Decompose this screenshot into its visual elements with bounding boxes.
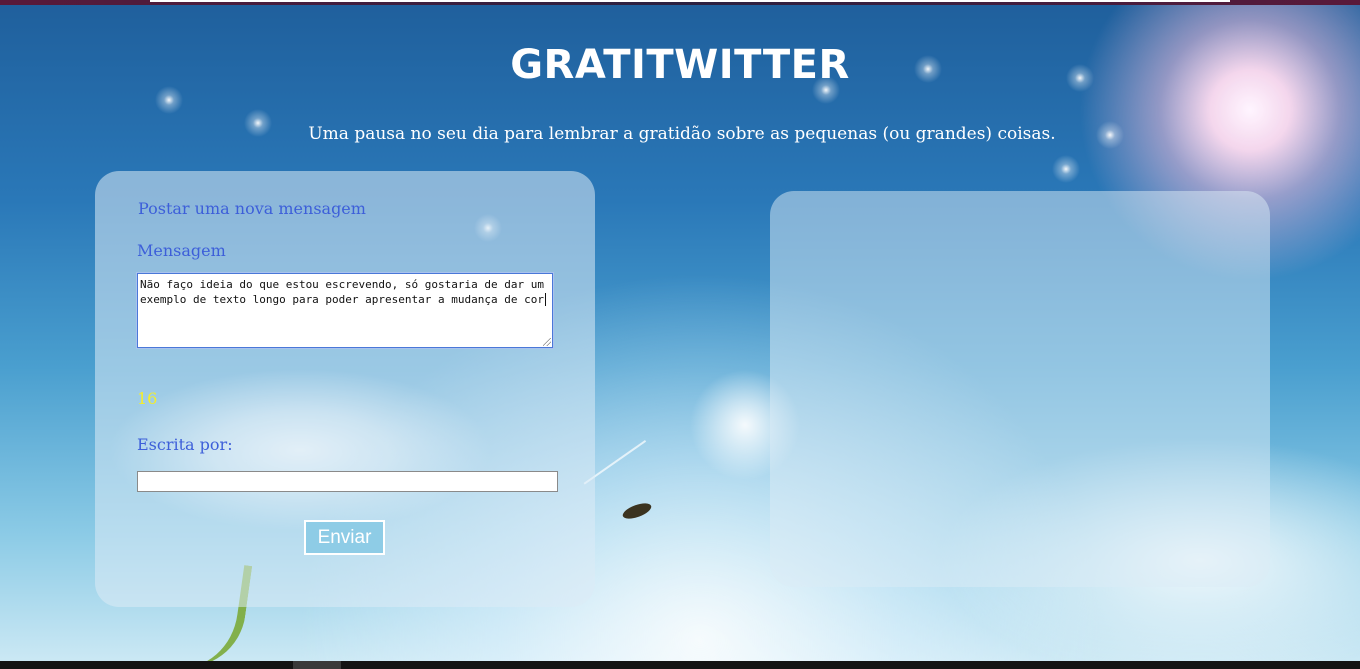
messages-feed-panel (770, 191, 1270, 587)
author-input[interactable] (137, 471, 558, 492)
message-textarea[interactable]: Não faço ideia do que estou escrevendo, … (136, 272, 554, 349)
sparkle (1052, 155, 1080, 183)
text-cursor (544, 293, 546, 306)
sparkle (155, 86, 183, 114)
page-title: GRATITWITTER (510, 42, 850, 88)
author-label: Escrita por: (137, 435, 233, 454)
char-counter: 16 (137, 389, 158, 408)
page-subtitle: Uma pausa no seu dia para lembrar a grat… (308, 124, 1056, 144)
taskbar-tab[interactable] (293, 661, 341, 669)
textarea-resize-handle[interactable] (543, 338, 551, 346)
dandelion-seed (620, 500, 654, 522)
form-heading: Postar uma nova mensagem (138, 199, 366, 218)
browser-top-bar (0, 0, 1360, 5)
message-text: Não faço ideia do que estou escrevendo, … (140, 278, 544, 306)
address-bar-edge (150, 0, 1230, 2)
new-message-form: Postar uma nova mensagem Mensagem Não fa… (95, 171, 595, 607)
taskbar (0, 661, 1360, 669)
submit-button[interactable]: Enviar (304, 520, 385, 555)
message-label: Mensagem (137, 241, 226, 260)
